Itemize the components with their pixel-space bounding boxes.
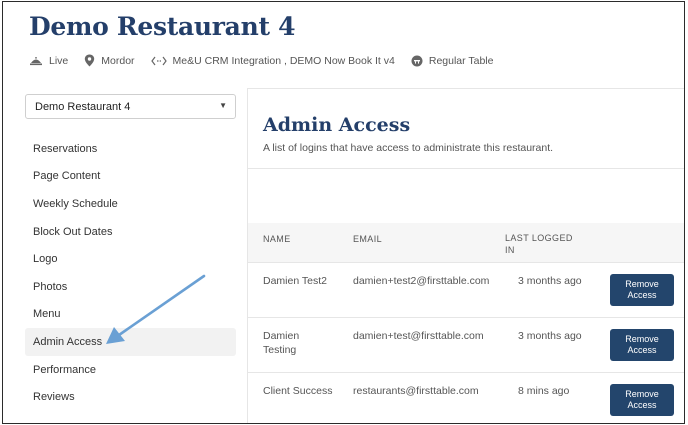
sidebar-item-reviews[interactable]: Reviews (25, 383, 236, 411)
sidebar-item-weekly-schedule[interactable]: Weekly Schedule (25, 190, 236, 218)
sidebar-item-admin-access[interactable]: Admin Access (25, 328, 236, 356)
sidebar-item-label: Logo (33, 253, 58, 266)
admin-name: Client Success (263, 385, 333, 397)
app-window: Demo Restaurant 4 Live Mordor Me&U CRM I… (2, 1, 685, 424)
table-icon (411, 55, 423, 67)
column-header-name: NAME (263, 234, 291, 244)
sidebar-item-performance[interactable]: Performance (25, 356, 236, 384)
sidebar-item-label: Reservations (33, 142, 98, 155)
remove-access-button[interactable]: Remove Access (610, 384, 674, 416)
remove-access-button[interactable]: Remove Access (610, 329, 674, 361)
page-title: Admin Access (263, 114, 411, 136)
sidebar-item-label: Admin Access (33, 335, 103, 348)
sidebar-item-label: Weekly Schedule (33, 197, 118, 210)
sidebar-item-label: Page Content (33, 170, 101, 183)
sidebar-item-menu[interactable]: Menu (25, 301, 236, 329)
admin-last-login: 3 months ago (518, 330, 582, 342)
meta-table-type-label: Regular Table (428, 54, 494, 67)
sidebar-item-photos[interactable]: Photos (25, 273, 236, 301)
sidebar-item-label: Performance (33, 363, 96, 376)
table-header: NAME EMAIL LAST LOGGED IN (248, 223, 684, 263)
sidebar-item-label: Menu (33, 308, 61, 321)
meta-integration: Me&U CRM Integration , DEMO Now Book It … (150, 54, 395, 67)
sidebar-nav: Reservations Page Content Weekly Schedul… (25, 135, 236, 411)
meta-location: Mordor (84, 54, 135, 67)
meta-table-type: Regular Table (411, 54, 494, 67)
meta-location-label: Mordor (101, 54, 135, 67)
sidebar-item-label: Photos (33, 280, 68, 293)
admin-last-login: 8 mins ago (518, 385, 570, 397)
sidebar-item-reservations[interactable]: Reservations (25, 135, 236, 163)
table-row: Damien Testing damien+test@firsttable.co… (248, 319, 684, 373)
sidebar-item-label: Reviews (33, 391, 75, 404)
restaurant-select[interactable]: Demo Restaurant 4 ▼ (25, 94, 236, 119)
table-row: Client Success restaurants@firsttable.co… (248, 374, 684, 423)
live-icon (29, 55, 43, 67)
location-pin-icon (84, 54, 95, 67)
admin-email: damien+test@firsttable.com (353, 330, 484, 342)
section-divider (248, 168, 684, 169)
table-row: Damien Test2 damien+test2@firsttable.com… (248, 264, 684, 318)
sidebar-item-logo[interactable]: Logo (25, 245, 236, 273)
restaurant-meta-bar: Live Mordor Me&U CRM Integration , DEMO … (29, 54, 509, 67)
admin-last-login: 3 months ago (518, 275, 582, 287)
page-subtitle: A list of logins that have access to adm… (263, 142, 554, 154)
admin-access-panel: Admin Access A list of logins that have … (247, 88, 684, 423)
meta-status-label: Live (49, 54, 69, 67)
sidebar-item-block-out-dates[interactable]: Block Out Dates (25, 218, 236, 246)
admin-name: Damien Test2 (263, 275, 328, 287)
column-header-email: EMAIL (353, 234, 383, 244)
sidebar-item-page-content[interactable]: Page Content (25, 163, 236, 191)
restaurant-title: Demo Restaurant 4 (29, 12, 296, 41)
chevron-down-icon: ▼ (219, 101, 227, 110)
column-header-last-logged-in: LAST LOGGED IN (505, 233, 573, 255)
restaurant-select-value: Demo Restaurant 4 (35, 100, 131, 113)
admin-email: damien+test2@firsttable.com (353, 275, 490, 287)
admin-name: Damien Testing (263, 330, 300, 356)
integration-icon (150, 56, 167, 66)
meta-integration-label: Me&U CRM Integration , DEMO Now Book It … (172, 54, 395, 67)
admin-email: restaurants@firsttable.com (353, 385, 479, 397)
sidebar-item-label: Block Out Dates (33, 225, 113, 238)
meta-status: Live (29, 55, 68, 67)
remove-access-button[interactable]: Remove Access (610, 274, 674, 306)
